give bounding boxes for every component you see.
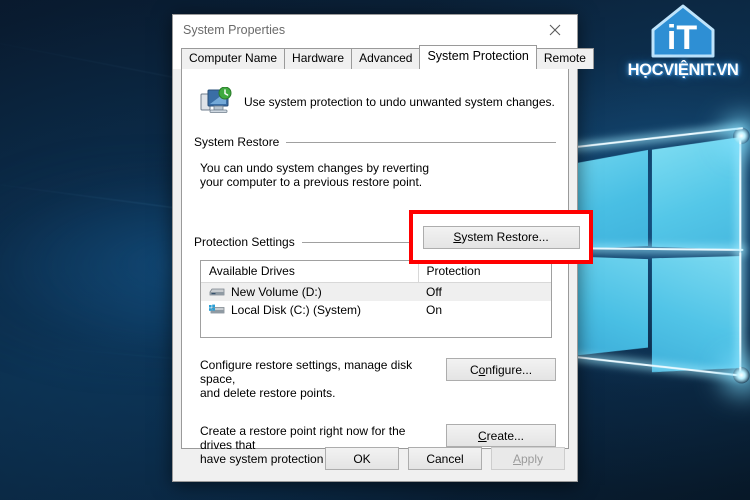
- ok-button[interactable]: OK: [325, 447, 399, 470]
- system-restore-button-label: ystem Restore...: [461, 230, 549, 244]
- cell-drive-name: Local Disk (C:) (System): [201, 301, 418, 319]
- tab-remote[interactable]: Remote: [535, 48, 594, 69]
- apply-button-label: pply: [521, 451, 544, 466]
- configure-button[interactable]: Configure...: [446, 358, 556, 381]
- drive-cell-content: Local Disk (C:) (System): [209, 303, 418, 317]
- tab-hardware[interactable]: Hardware: [284, 48, 353, 69]
- panel-header: Use system protection to undo unwanted s…: [200, 86, 556, 117]
- windows-logo-spark: [733, 127, 750, 145]
- cancel-button[interactable]: Cancel: [408, 447, 482, 470]
- configure-button-prefix: C: [469, 362, 479, 377]
- available-drives-table-wrapper[interactable]: Available Drives Protection New Volume (…: [200, 260, 552, 338]
- group-divider: [286, 141, 556, 143]
- table-row[interactable]: Local Disk (C:) (System) On: [201, 301, 551, 319]
- configure-description-line1: Configure restore settings, manage disk …: [200, 358, 413, 386]
- configure-description: Configure restore settings, manage disk …: [200, 358, 438, 400]
- system-restore-description-row: You can undo system changes by reverting…: [194, 161, 556, 189]
- system-restore-group-header: System Restore: [194, 135, 556, 149]
- windows-logo-edge: [739, 251, 742, 376]
- windows-logo-spark: [733, 366, 750, 384]
- drive-name-label: New Volume (D:): [231, 285, 322, 299]
- cell-drive-name: New Volume (D:): [201, 282, 418, 301]
- configure-button-label: nfigure...: [485, 362, 533, 377]
- tab-computer-name[interactable]: Computer Name: [181, 48, 286, 69]
- protection-settings-group: Protection Settings Available Drives Pro…: [194, 235, 556, 466]
- cell-protection-status: On: [426, 303, 443, 317]
- column-header-protection[interactable]: Protection: [418, 261, 551, 283]
- system-properties-dialog: System Properties Computer Name Hardware…: [172, 14, 594, 482]
- dialog-titlebar[interactable]: System Properties: [173, 15, 577, 45]
- tab-advanced[interactable]: Advanced: [351, 48, 421, 69]
- site-watermark: iT HỌCVIỆNIT.VN: [622, 2, 744, 84]
- system-restore-group: System Restore You can undo system chang…: [194, 135, 556, 189]
- column-header-available-drives[interactable]: Available Drives: [201, 261, 419, 283]
- dialog-title: System Properties: [183, 23, 286, 37]
- system-protection-icon: [200, 86, 234, 117]
- configure-description-line2: and delete restore points.: [200, 386, 336, 400]
- house-it-logo-icon: iT: [651, 4, 715, 58]
- watermark-text: HỌCVIỆNIT.VN: [627, 61, 739, 79]
- system-restore-description-line1: You can undo system changes by reverting: [200, 161, 430, 175]
- windows-logo-edge: [739, 134, 742, 252]
- tab-panel-system-protection: Use system protection to undo unwanted s…: [181, 69, 593, 466]
- table-header: Available Drives Protection: [201, 261, 551, 283]
- system-drive-glyph: [209, 304, 225, 314]
- tab-strip: Computer Name Hardware Advanced System P…: [173, 45, 594, 69]
- svg-text:iT: iT: [667, 19, 697, 57]
- apply-button[interactable]: Apply: [491, 447, 565, 470]
- drive-name-label: Local Disk (C:) (System): [231, 303, 362, 317]
- table-body: New Volume (D:) Off Local Disk (C:) (Sys…: [201, 282, 551, 320]
- drive-cell-content: New Volume (D:): [209, 285, 418, 299]
- available-drives-table: Available Drives Protection New Volume (…: [201, 261, 551, 319]
- system-restore-button[interactable]: System Restore...: [422, 225, 580, 249]
- system-drive-icon: [209, 304, 225, 316]
- configure-row: Configure restore settings, manage disk …: [194, 358, 556, 400]
- close-glyph: [549, 24, 560, 36]
- monitor-restore-glyph: [200, 86, 232, 113]
- panel-header-text: Use system protection to undo unwanted s…: [244, 95, 555, 109]
- tab-system-protection[interactable]: System Protection: [419, 45, 537, 69]
- windows-logo-pane: [652, 137, 741, 250]
- table-header-row: Available Drives Protection: [201, 261, 551, 283]
- hard-drive-glyph: [209, 288, 225, 296]
- table-row[interactable]: New Volume (D:) Off: [201, 282, 551, 301]
- cell-protection-status: Off: [418, 282, 551, 301]
- dialog-footer: OK Cancel Apply: [173, 436, 577, 481]
- system-restore-description-line2: your computer to a previous restore poin…: [200, 175, 423, 189]
- close-icon[interactable]: [532, 15, 577, 45]
- protection-settings-group-title: Protection Settings: [194, 235, 295, 249]
- system-restore-description: You can undo system changes by reverting…: [194, 161, 556, 189]
- hard-drive-icon: [209, 286, 225, 298]
- apply-button-mnemonic: A: [512, 451, 521, 466]
- windows-logo-pane: [652, 256, 741, 375]
- system-restore-highlight-box: System Restore...: [409, 210, 593, 264]
- system-restore-group-title: System Restore: [194, 135, 280, 149]
